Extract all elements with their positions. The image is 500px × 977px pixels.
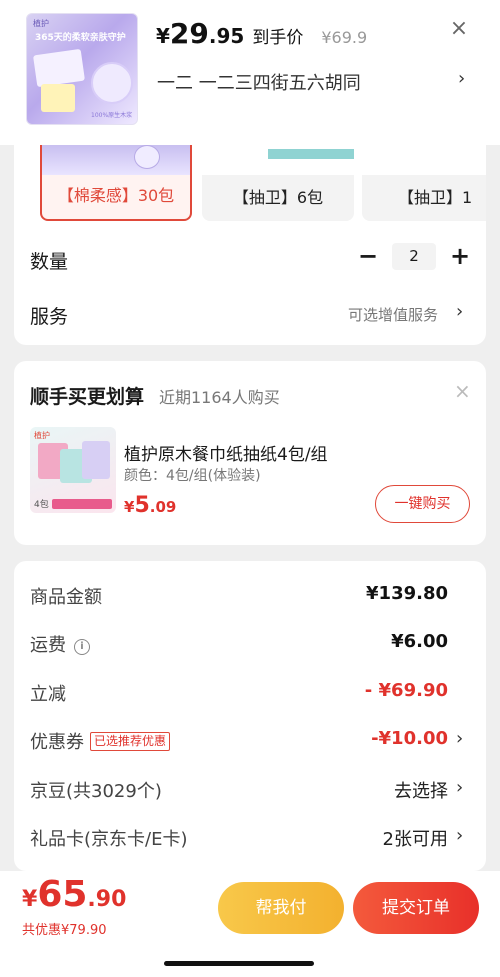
chevron-right-icon[interactable]: ›	[456, 825, 463, 846]
bundle-product-name[interactable]: 植护原木餐巾纸抽纸4包/组	[124, 440, 328, 465]
spec-option[interactable]: 【抽卫】1	[362, 145, 486, 221]
info-icon[interactable]: i	[74, 639, 90, 655]
thumb-badge-circle	[91, 62, 133, 104]
chevron-right-icon[interactable]: ›	[456, 777, 463, 798]
submit-order-button[interactable]: 提交订单	[353, 882, 479, 934]
product-thumbnail[interactable]: 植护 365天的柔软亲肤守护 100%原生木浆	[26, 13, 138, 125]
close-icon[interactable]: ×	[454, 379, 471, 403]
checkout-bar: ¥65.90 共优惠¥79.90 帮我付 提交订单	[0, 871, 500, 977]
summary-label: 礼品卡(京东卡/E卡)	[30, 829, 188, 850]
spec-option-label: 【棉柔感】30包	[57, 186, 175, 205]
bundle-image-count: 4包	[34, 500, 49, 510]
price-tag: 到手价	[252, 28, 304, 48]
summary-value: -¥10.00	[371, 728, 448, 749]
chevron-right-icon[interactable]: ›	[456, 728, 463, 749]
product-header: 植护 365天的柔软亲肤守护 100%原生木浆 ¥ 29 .95 到手价 ¥69…	[0, 0, 500, 145]
summary-row-giftcard[interactable]: 礼品卡(京东卡/E卡) 2张可用 ›	[14, 813, 486, 861]
price-row: ¥ 29 .95 到手价 ¥69.9	[156, 17, 367, 50]
bundle-product-price: ¥5.09	[124, 493, 177, 518]
service-label: 服务	[30, 306, 69, 328]
summary-label: 商品金额	[30, 587, 102, 608]
price-decimal: .95	[208, 24, 245, 48]
spec-option-image	[362, 145, 486, 175]
summary-row-shipping: 运费 i ¥6.00	[14, 619, 486, 667]
total-price: ¥65.90	[22, 874, 127, 915]
one-click-buy-button[interactable]: 一键购买	[375, 485, 470, 523]
thumb-badge-text: 100%原生木浆	[91, 112, 133, 119]
original-price: ¥69.9	[321, 28, 368, 47]
total-saved: 共优惠¥79.90	[22, 923, 107, 938]
price-symbol: ¥	[156, 24, 170, 48]
summary-value: ¥139.80	[366, 583, 448, 604]
spec-option-label: 【抽卫】1	[398, 188, 473, 207]
bundle-product-image[interactable]: 植护 4包	[30, 427, 116, 513]
close-icon[interactable]: ×	[448, 18, 470, 40]
summary-row-coupon[interactable]: 优惠券 已选推荐优惠 -¥10.00 ›	[14, 716, 486, 764]
spec-option-selected[interactable]: 【棉柔感】30包	[40, 145, 192, 221]
help-pay-button[interactable]: 帮我付	[218, 882, 344, 934]
recommended-coupon-tag: 已选推荐优惠	[90, 732, 171, 751]
quantity-increase-button[interactable]: +	[448, 242, 472, 270]
thumb-package-small	[41, 84, 75, 112]
summary-value: ¥6.00	[391, 631, 448, 652]
thumb-brand: 植护	[33, 19, 49, 28]
bundle-card: 顺手买更划算 近期1164人购买 × 植护 4包 植护原木餐巾纸抽纸4包/组 颜…	[14, 361, 486, 545]
thumb-slogan: 365天的柔软亲肤守护	[35, 33, 126, 43]
summary-label: 京豆(共3029个)	[30, 781, 162, 802]
bundle-product-variant: 颜色：4包/组(体验装)	[124, 468, 261, 484]
summary-label: 运费 i	[30, 631, 90, 657]
bundle-subtitle: 近期1164人购买	[159, 388, 280, 407]
chevron-right-icon[interactable]: ›	[458, 68, 465, 89]
spec-option[interactable]: 【抽卫】6包	[202, 145, 354, 221]
order-summary: 商品金额 ¥139.80 运费 i ¥6.00 立减 - ¥69.90 优惠券 已选…	[14, 561, 486, 871]
delivery-address[interactable]: 一二 一二三四街五六胡同	[157, 69, 361, 95]
spec-option-image	[202, 145, 354, 175]
service-value[interactable]: 可选增值服务	[348, 304, 438, 325]
quantity-label: 数量	[30, 251, 69, 273]
quantity-decrease-button[interactable]: −	[356, 242, 380, 270]
summary-label: 立减	[30, 684, 66, 705]
summary-row-discount: 立减 - ¥69.90	[14, 668, 486, 716]
summary-value: - ¥69.90	[364, 680, 448, 701]
bundle-image-logo: 植护	[34, 431, 50, 440]
chevron-right-icon[interactable]: ›	[456, 301, 463, 322]
price-integer: 29	[169, 17, 209, 50]
quantity-input[interactable]: 2	[392, 243, 436, 270]
summary-label: 优惠券 已选推荐优惠	[30, 728, 171, 754]
spec-option-image	[42, 145, 190, 175]
home-indicator	[164, 961, 314, 966]
summary-row-goods: 商品金额 ¥139.80	[14, 571, 486, 619]
summary-row-jingdou[interactable]: 京豆(共3029个) 去选择 ›	[14, 765, 486, 813]
summary-value: 2张可用	[382, 829, 448, 850]
thumb-package	[33, 48, 85, 88]
spec-option-label: 【抽卫】6包	[232, 188, 324, 207]
bundle-title: 顺手买更划算	[30, 386, 145, 408]
summary-value: 去选择	[394, 781, 448, 802]
